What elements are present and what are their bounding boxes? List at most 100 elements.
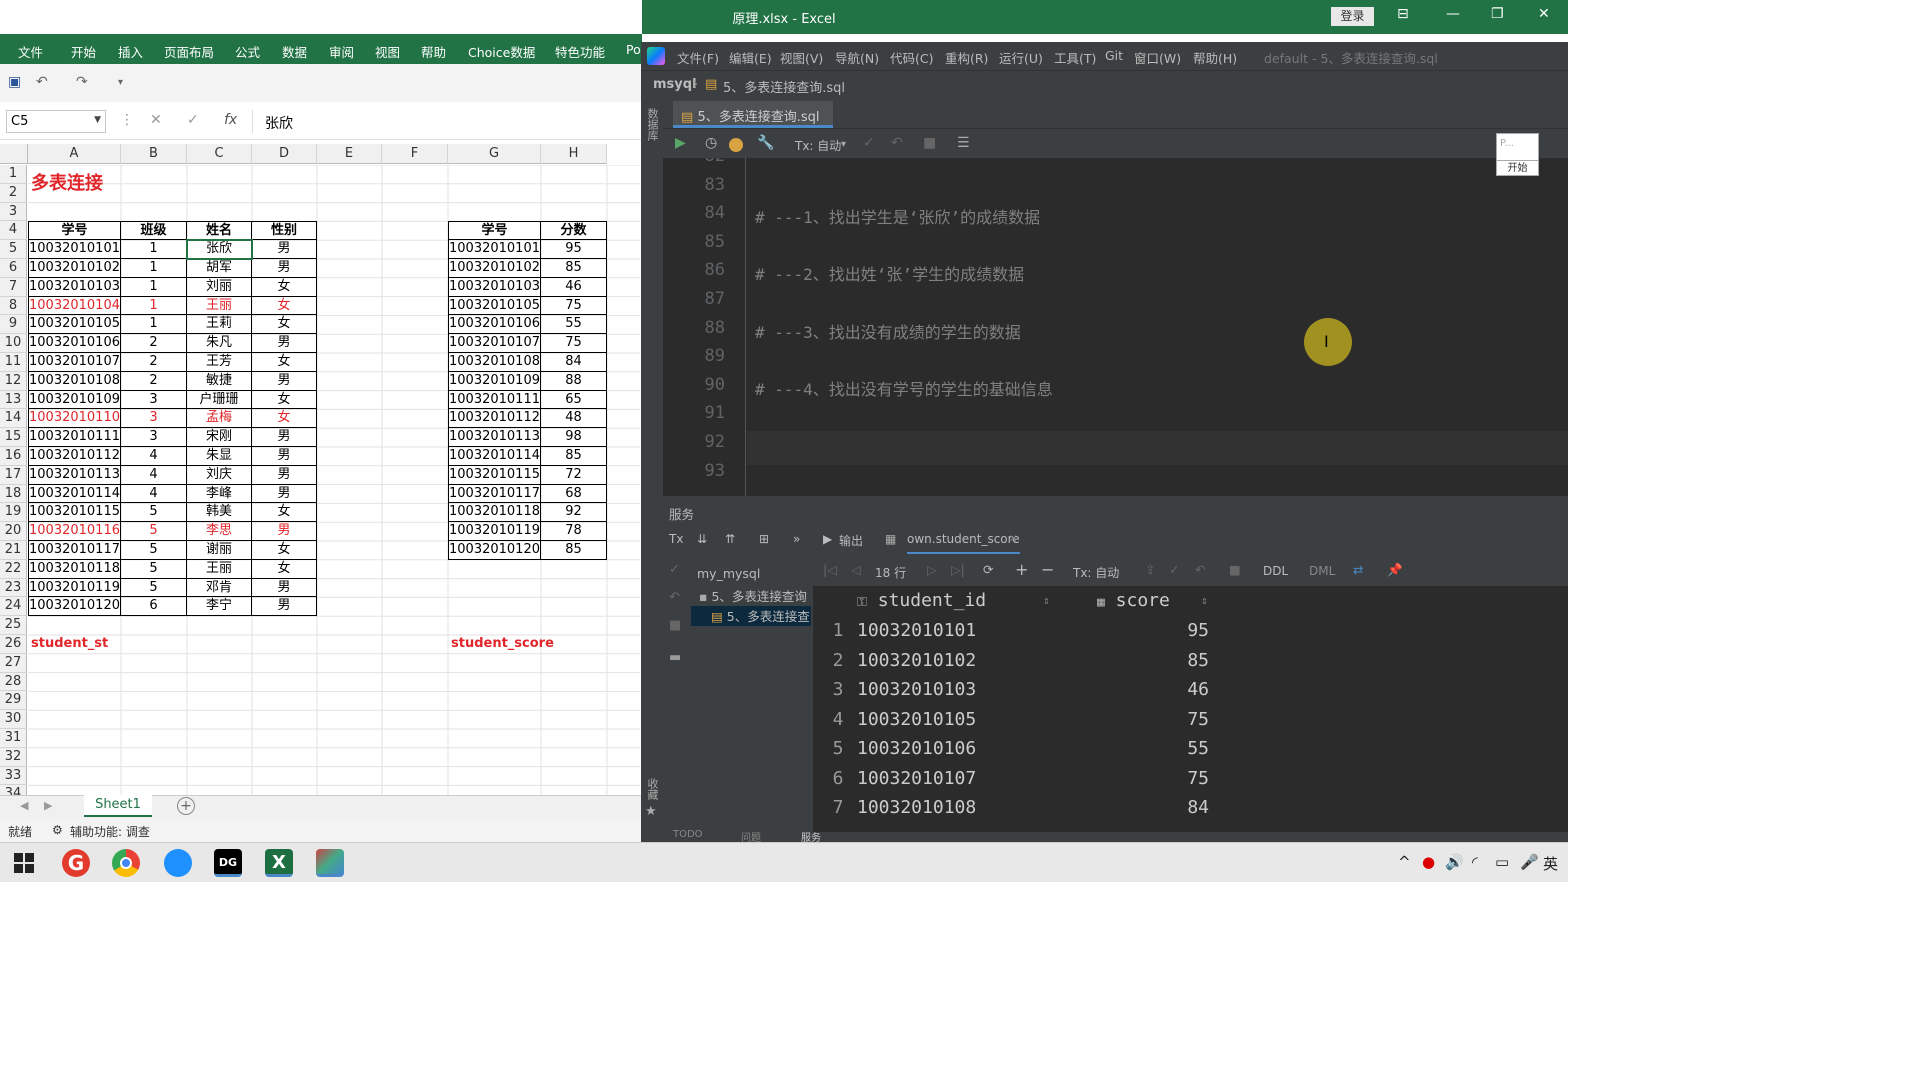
name-box[interactable]: C5 ▼ — [6, 110, 106, 133]
result-row[interactable]: 1 10032010101 95 — [813, 616, 1568, 645]
student-cell[interactable]: 男 — [252, 578, 317, 598]
student-cell[interactable]: 10032010105 — [28, 315, 121, 335]
student-cell[interactable]: 10032010109 — [28, 390, 121, 410]
student-cell[interactable]: 男 — [252, 371, 317, 391]
label-student-table[interactable]: student_st — [28, 635, 187, 654]
breadcrumb-root[interactable]: msyql — [653, 77, 697, 92]
enter-icon[interactable]: ✓ — [187, 112, 199, 128]
minimize-icon[interactable]: — — [1446, 6, 1460, 22]
row-header[interactable]: 28 — [0, 672, 27, 692]
stop-icon[interactable]: ■ — [669, 618, 681, 633]
student-cell[interactable]: 女 — [252, 353, 317, 372]
cancel-icon[interactable]: ✕ — [150, 112, 162, 128]
student-header-cell[interactable]: 性别 — [252, 221, 317, 241]
sheet-tab-sheet1[interactable]: Sheet1 — [84, 795, 152, 817]
menu-page-layout[interactable]: 页面布局 — [164, 42, 214, 61]
undo-icon[interactable]: ↶ — [669, 590, 680, 605]
score-cell[interactable]: 10032010101 — [448, 240, 541, 259]
row-count-select[interactable]: 18 行 — [875, 564, 906, 581]
insert-function-icon[interactable]: fx — [224, 112, 237, 128]
column-header[interactable]: C — [187, 144, 252, 164]
student-cell[interactable]: 3 — [121, 428, 187, 447]
ide-menu-help[interactable]: 帮助(H) — [1193, 48, 1237, 67]
record-icon[interactable]: ● — [1422, 853, 1435, 871]
row-header[interactable]: 10 — [0, 334, 27, 353]
prev-sheet-icon[interactable]: ◀ — [20, 799, 28, 812]
close-tab-icon[interactable]: ✕ — [1009, 534, 1017, 545]
student-cell[interactable]: 刘丽 — [187, 277, 252, 297]
close-icon[interactable]: ✕ — [1538, 6, 1550, 22]
score-cell[interactable]: 10032010107 — [448, 334, 541, 353]
row-header[interactable]: 22 — [0, 559, 27, 579]
student-cell[interactable]: 10032010116 — [28, 522, 121, 541]
student-cell[interactable]: 10032010107 — [28, 353, 121, 372]
student-cell[interactable]: 女 — [252, 390, 317, 410]
database-panel-toggle[interactable]: 数据库 — [644, 108, 660, 141]
student-cell[interactable]: 王芳 — [187, 353, 252, 372]
row-header[interactable]: 34 — [0, 785, 27, 795]
code-line[interactable]: # ---1、找出学生是‘张欣’的成绩数据 — [755, 204, 1040, 228]
battery-icon[interactable]: ▭ — [1495, 853, 1509, 871]
ide-menu-window[interactable]: 窗口(W) — [1134, 48, 1181, 67]
student-cell[interactable]: 朱凡 — [187, 334, 252, 353]
score-value[interactable]: 95 — [1113, 620, 1209, 641]
student-cell[interactable]: 10032010102 — [28, 259, 121, 278]
tx-mode-select[interactable]: Tx: 自动 — [795, 137, 841, 154]
student-cell[interactable]: 1 — [121, 315, 187, 335]
student-id-value[interactable]: 10032010108 — [857, 797, 976, 818]
student-cell[interactable]: 5 — [121, 578, 187, 598]
student-cell[interactable]: 男 — [252, 597, 317, 617]
student-cell[interactable]: 3 — [121, 390, 187, 410]
ide-menu-view[interactable]: 视图(V) — [780, 48, 823, 67]
customize-qat-icon[interactable]: ▾ — [118, 77, 123, 88]
restore-icon[interactable]: ❐ — [1491, 6, 1504, 22]
student-cell[interactable]: 2 — [121, 353, 187, 372]
score-cell[interactable]: 10032010108 — [448, 353, 541, 372]
student-id-value[interactable]: 10032010107 — [857, 768, 976, 789]
breadcrumb-file[interactable]: 5、多表连接查询.sql — [723, 77, 845, 96]
score-cell[interactable]: 10032010114 — [448, 447, 541, 466]
tree-item-connection[interactable]: my_mysql — [697, 566, 760, 581]
score-cell[interactable]: 75 — [541, 296, 607, 316]
chevron-down-icon[interactable]: ▾ — [841, 139, 846, 150]
last-page-icon[interactable]: ▷| — [951, 562, 965, 577]
col-header-student-id[interactable]: ⚿ student_id ⇕ — [853, 586, 1053, 616]
score-header-cell[interactable]: 学号 — [448, 221, 541, 241]
student-cell[interactable]: 男 — [252, 465, 317, 485]
score-cell[interactable]: 10032010102 — [448, 259, 541, 278]
ide-menu-file[interactable]: 文件(F) — [677, 48, 719, 67]
sheet-title-cell[interactable]: 多表连接 — [28, 165, 252, 203]
ide-menu-tools[interactable]: 工具(T) — [1054, 48, 1096, 67]
score-cell[interactable]: 88 — [541, 371, 607, 391]
row-header[interactable]: 17 — [0, 465, 27, 485]
chrome-icon[interactable] — [112, 849, 140, 877]
column-header[interactable]: D — [252, 144, 317, 164]
row-header[interactable]: 13 — [0, 390, 27, 410]
code-line[interactable]: # ---4、找出没有学号的学生的基础信息 — [755, 376, 1053, 400]
student-cell[interactable]: 男 — [252, 522, 317, 541]
result-row[interactable]: 3 10032010103 46 — [813, 675, 1568, 704]
dml-button[interactable]: DML — [1309, 564, 1335, 578]
submit-icon[interactable]: ⇪ — [1145, 562, 1155, 577]
add-row-icon[interactable]: + — [1015, 560, 1028, 579]
row-header[interactable]: 15 — [0, 428, 27, 447]
score-value[interactable]: 84 — [1113, 797, 1209, 818]
student-cell[interactable]: 男 — [252, 447, 317, 466]
datagrip-icon[interactable]: DG — [214, 849, 242, 877]
row-header[interactable]: 8 — [0, 296, 27, 316]
student-cell[interactable]: 朱显 — [187, 447, 252, 466]
row-header[interactable]: 30 — [0, 710, 27, 729]
student-cell[interactable]: 10032010106 — [28, 334, 121, 353]
score-cell[interactable]: 75 — [541, 334, 607, 353]
commit-icon[interactable]: ✓ — [1169, 562, 1179, 577]
score-cell[interactable]: 10032010117 — [448, 484, 541, 504]
student-cell[interactable]: 5 — [121, 541, 187, 560]
row-header[interactable]: 12 — [0, 371, 27, 391]
student-header-cell[interactable]: 姓名 — [187, 221, 252, 241]
ide-menu-code[interactable]: 代码(C) — [890, 48, 933, 67]
excel-icon[interactable]: X — [265, 849, 293, 877]
row-header[interactable]: 18 — [0, 484, 27, 504]
student-cell[interactable]: 10032010115 — [28, 503, 121, 523]
score-cell[interactable]: 85 — [541, 447, 607, 466]
result-row[interactable]: 7 10032010108 84 — [813, 793, 1568, 822]
